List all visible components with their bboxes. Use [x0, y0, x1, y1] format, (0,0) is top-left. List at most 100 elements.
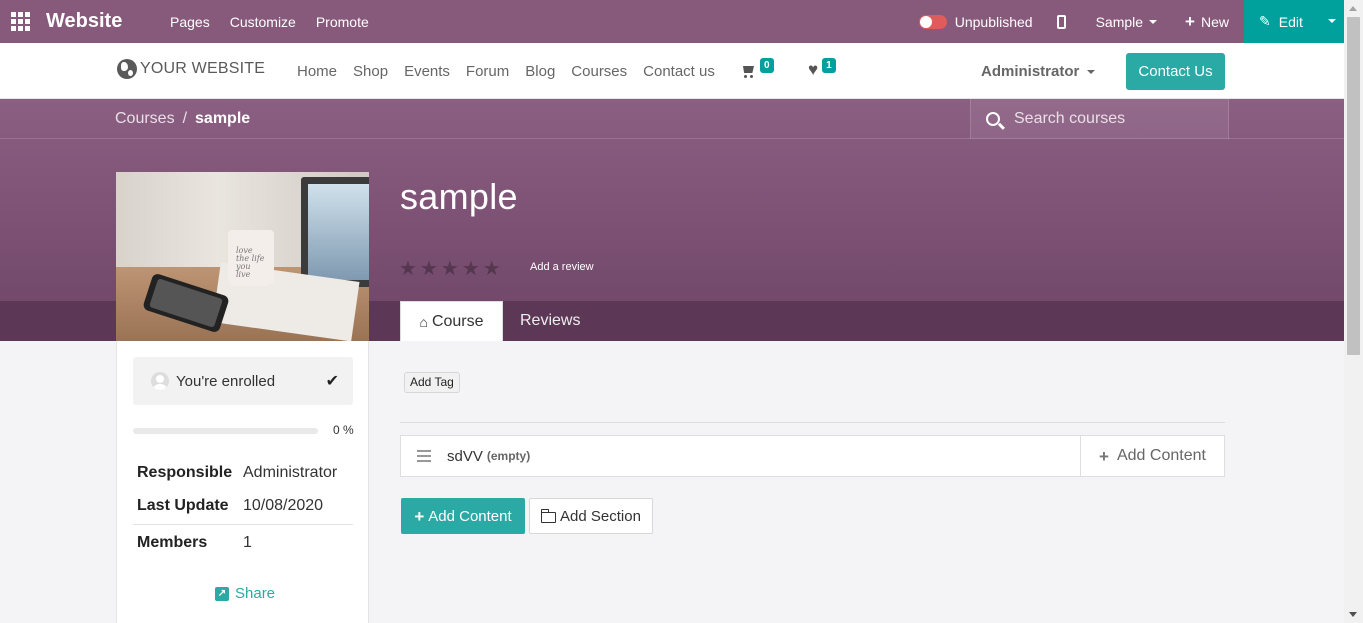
breadcrumb: Courses / sample [115, 110, 250, 128]
add-content-label: Add Content [428, 507, 512, 525]
edit-button[interactable]: ✎ Edit [1244, 0, 1344, 43]
home-icon: ⌂ [419, 313, 428, 330]
enrolled-status: You're enrolled ✔ [133, 357, 353, 405]
folder-icon [540, 508, 557, 523]
new-label: New [1200, 13, 1229, 30]
chevron-down-icon [1087, 69, 1096, 74]
wishlist-link[interactable]: ♥ 1 [808, 58, 836, 78]
search-input-placeholder[interactable]: Search courses [1014, 110, 1125, 128]
sample-dropdown[interactable]: Sample [1095, 13, 1158, 30]
plus-icon: + [1185, 12, 1195, 31]
add-section-label: Add Section [560, 507, 641, 525]
pencil-icon: ✎ [1259, 13, 1271, 29]
share-label: Share [235, 585, 276, 602]
star-icon: ★ [399, 258, 417, 280]
logo-text: YOUR WEBSITE [140, 60, 266, 77]
search-icon[interactable] [986, 112, 1000, 126]
site-logo[interactable]: YOUR WEBSITE [117, 59, 265, 79]
menu-promote[interactable]: Promote [316, 14, 369, 30]
shopping-cart-icon [742, 66, 756, 78]
new-button[interactable]: + New [1185, 13, 1229, 30]
nav-home[interactable]: Home [297, 63, 337, 80]
star-icon: ★ [482, 258, 501, 280]
breadcrumb-current: sample [195, 110, 251, 127]
rating-stars: ★ ★ ★ ★ ★ [399, 256, 501, 281]
add-content-button[interactable]: + Add Content [401, 498, 525, 534]
section-add-content-label: Add Content [1116, 447, 1206, 464]
scroll-up-arrow-icon[interactable] [1349, 6, 1357, 11]
scroll-down-arrow-icon[interactable] [1349, 612, 1357, 617]
admin-menu: Pages Customize Promote [170, 14, 369, 30]
add-review-link[interactable]: Add a review [530, 261, 594, 273]
heart-icon: ♥ [808, 60, 819, 79]
plus-icon: + [414, 506, 425, 526]
user-avatar-icon [151, 372, 169, 390]
breadcrumb-separator: / [182, 110, 188, 127]
progress-bar [133, 428, 318, 434]
info-row-members: Members 1 [133, 524, 353, 560]
contact-us-button[interactable]: Contact Us [1126, 53, 1225, 90]
tab-reviews[interactable]: Reviews [520, 301, 580, 341]
wishlist-count-badge: 1 [822, 58, 836, 73]
nav-blog[interactable]: Blog [525, 63, 555, 80]
add-tag-button[interactable]: Add Tag [404, 372, 460, 393]
nav-events[interactable]: Events [404, 63, 450, 80]
info-value: 10/08/2020 [243, 496, 324, 514]
nav-contact[interactable]: Contact us [643, 63, 715, 80]
menu-customize[interactable]: Customize [230, 14, 296, 30]
add-section-button[interactable]: Add Section [529, 498, 653, 534]
drag-handle-icon[interactable] [417, 450, 431, 462]
site-navbar: YOUR WEBSITE Home Shop Events Forum Blog… [0, 43, 1344, 99]
info-row-last-update: Last Update 10/08/2020 [133, 489, 353, 522]
app-title[interactable]: Website [46, 10, 164, 33]
chevron-down-icon [1149, 19, 1158, 24]
menu-pages[interactable]: Pages [170, 14, 210, 30]
user-name: Administrator [981, 63, 1080, 80]
toggle-switch-icon[interactable] [918, 14, 947, 29]
mobile-preview-icon[interactable] [1056, 14, 1066, 29]
publish-status-label: Unpublished [954, 13, 1033, 30]
info-value: 1 [243, 533, 252, 551]
course-cover-image: love the life you live [116, 172, 369, 341]
course-title: sample [400, 176, 518, 217]
nav-courses[interactable]: Courses [571, 63, 627, 80]
info-row-responsible: Responsible Administrator [133, 456, 353, 489]
share-link[interactable]: ↗ Share [215, 585, 275, 602]
course-sidebar: You're enrolled ✔ 0 % Responsible Admini… [116, 341, 369, 623]
edit-dropdown-caret-icon[interactable] [1328, 19, 1336, 23]
info-value: Administrator [243, 463, 338, 481]
user-dropdown[interactable]: Administrator [981, 63, 1096, 80]
divider [400, 422, 1225, 423]
apps-menu-button[interactable] [0, 0, 40, 43]
sample-label: Sample [1095, 13, 1144, 30]
nav-forum[interactable]: Forum [466, 63, 509, 80]
check-icon: ✔ [325, 373, 339, 390]
info-key: Last Update [137, 496, 229, 514]
cart-count-badge: 0 [760, 58, 774, 73]
scrollbar-thumb[interactable] [1347, 17, 1360, 355]
nav-shop[interactable]: Shop [353, 63, 388, 80]
breadcrumb-courses[interactable]: Courses [115, 110, 175, 127]
edit-label: Edit [1278, 13, 1303, 30]
section-add-content-button[interactable]: + Add Content [1080, 436, 1224, 476]
section-name[interactable]: sdVV [447, 448, 483, 465]
tab-course[interactable]: ⌂ Course [400, 301, 503, 341]
section-empty-label: (empty) [486, 449, 531, 463]
admin-bar-right: Unpublished Sample + New ✎ Edit [918, 0, 1344, 43]
search-courses-box[interactable]: Search courses [970, 99, 1229, 139]
cart-link[interactable]: 0 [742, 58, 774, 78]
vertical-scrollbar[interactable] [1344, 0, 1363, 623]
globe-icon [117, 59, 137, 79]
star-icon: ★ [419, 258, 438, 280]
site-menu: Home Shop Events Forum Blog Courses Cont… [297, 63, 715, 80]
course-section-row[interactable]: sdVV (empty) + Add Content [400, 435, 1225, 477]
breadcrumb-bar: Courses / sample Search courses [0, 99, 1344, 139]
publish-toggle[interactable]: Unpublished [918, 13, 1033, 30]
info-key: Members [137, 533, 208, 551]
star-icon: ★ [440, 258, 459, 280]
apps-grid-icon [10, 12, 30, 31]
share-icon: ↗ [215, 586, 229, 601]
tab-course-label: Course [431, 312, 484, 330]
progress-text: 0 % [333, 423, 354, 437]
star-icon: ★ [461, 258, 480, 280]
